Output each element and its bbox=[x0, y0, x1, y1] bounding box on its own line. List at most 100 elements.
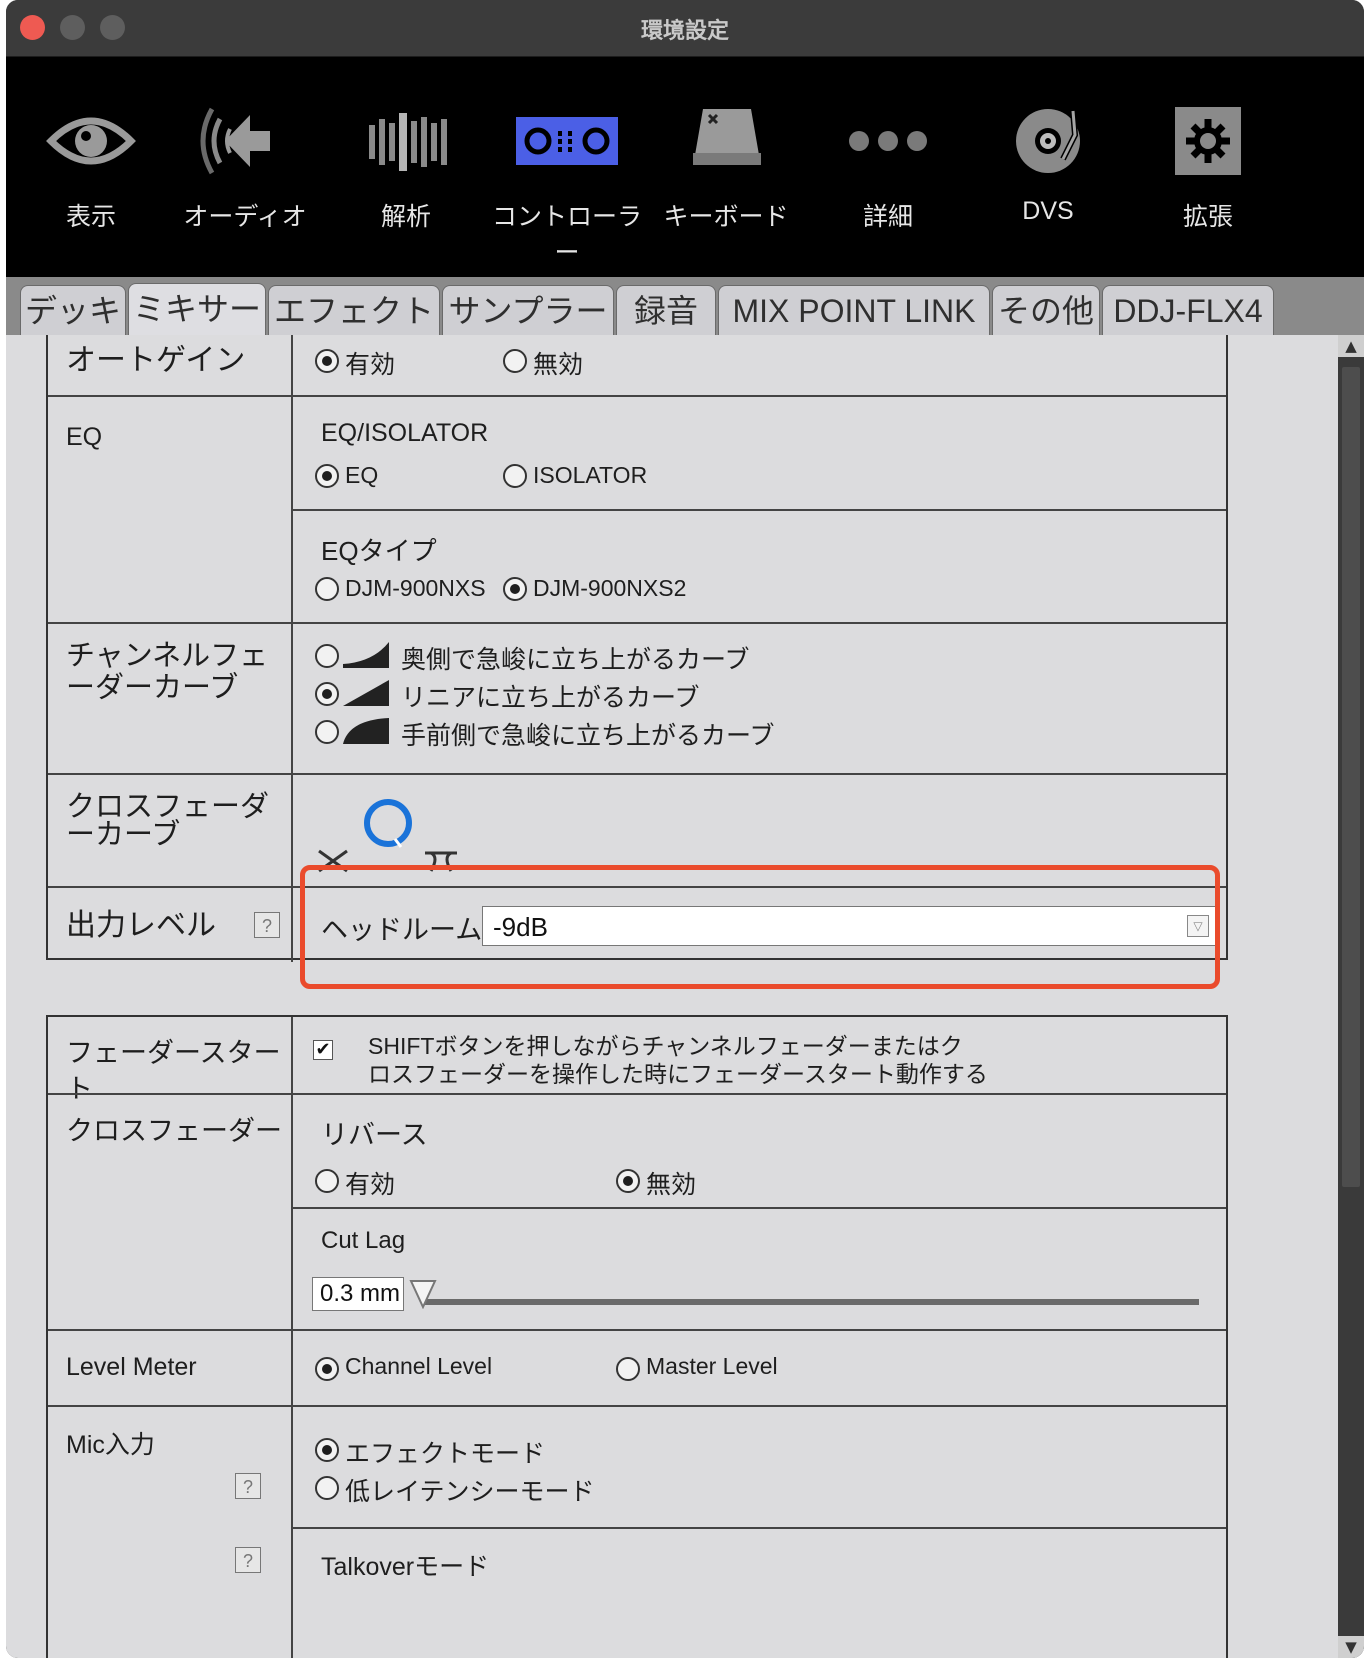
curve-steep-near-icon bbox=[343, 718, 389, 744]
mic-input-row: Mic入力 ? ? エフェクトモード 低レイテンシーモード Talkoverモー… bbox=[48, 1405, 1226, 1658]
talkover-title: Talkoverモード bbox=[321, 1553, 490, 1581]
toolbar-item-display[interactable]: 表示 bbox=[6, 57, 176, 277]
tab-mixer[interactable]: ミキサー bbox=[128, 283, 266, 335]
toolbar-label-advanced: 詳細 bbox=[862, 203, 913, 231]
tab-other[interactable]: その他 bbox=[992, 285, 1100, 335]
channel-curve-linear-label: リニアに立ち上がるカーブ bbox=[401, 684, 700, 712]
autogain-on-label: 有効 bbox=[345, 351, 396, 379]
channel-fader-curve-label-text: チャンネルフェーダーカーブ bbox=[66, 640, 269, 704]
extension-gear-icon bbox=[1175, 107, 1241, 175]
scroll-down-icon[interactable]: ▼ bbox=[1338, 1636, 1364, 1658]
tab-deck[interactable]: デッキ bbox=[20, 285, 126, 335]
mic-effect-mode-label: エフェクトモード bbox=[345, 1440, 546, 1468]
eq-mode-eq-label: EQ bbox=[345, 462, 379, 488]
crossfader-curve-label-text: クロスフェーダーカーブ bbox=[66, 791, 270, 851]
autogain-off-radio[interactable] bbox=[503, 349, 527, 373]
autogain-off-label: 無効 bbox=[533, 351, 584, 379]
speaker-icon bbox=[200, 107, 270, 175]
tab-record[interactable]: 録音 bbox=[616, 285, 716, 335]
level-meter-row: Level Meter Channel Level Master Level bbox=[48, 1329, 1226, 1405]
channel-curve-steep-near-radio[interactable] bbox=[315, 720, 339, 744]
window-title: 環境設定 bbox=[640, 19, 729, 44]
eq-type-section: EQタイプ DJM-900NXS DJM-900NXS2 bbox=[293, 509, 1226, 624]
eq-mode-isolator-radio[interactable] bbox=[503, 464, 527, 488]
cut-lag-slider-track[interactable] bbox=[423, 1299, 1199, 1305]
reverse-on-radio[interactable] bbox=[315, 1169, 339, 1193]
mixer-settings-content: オートゲイン 有効 無効 EQ EQ/ISOLATOR EQ ISOLATOR bbox=[6, 335, 1364, 1658]
crossfader-row: クロスフェーダー リバース 有効 無効 Cut Lag 0.3 mm bbox=[48, 1093, 1226, 1329]
eq-isolator-title: EQ/ISOLATOR bbox=[321, 419, 489, 447]
preferences-window: 環境設定 表示 オーディオ 解析 コントローラー キーボード 詳細 DVS 拡張… bbox=[6, 0, 1364, 1658]
toolbar-item-dvs[interactable]: DVS bbox=[963, 57, 1133, 277]
eq-type-900nxs-label: DJM-900NXS bbox=[345, 575, 486, 601]
channel-fader-curve-label: チャンネルフェーダーカーブ bbox=[48, 624, 293, 773]
keyboard-icon bbox=[693, 109, 761, 165]
toolbar-item-analysis[interactable]: 解析 bbox=[321, 57, 491, 277]
cut-lag-slider-thumb[interactable] bbox=[409, 1279, 437, 1309]
channel-curve-linear-radio[interactable] bbox=[315, 682, 339, 706]
controller-icon bbox=[516, 117, 618, 165]
level-meter-master-radio[interactable] bbox=[616, 1357, 640, 1381]
eq-type-900nxs2-label: DJM-900NXS2 bbox=[533, 575, 687, 601]
mic-low-latency-radio[interactable] bbox=[315, 1476, 339, 1500]
preferences-toolbar: 表示 オーディオ 解析 コントローラー キーボード 詳細 DVS 拡張 bbox=[6, 57, 1364, 277]
fader-start-checkbox[interactable]: ✔ bbox=[313, 1040, 333, 1060]
mic-low-latency-label: 低レイテンシーモード bbox=[345, 1478, 595, 1506]
crossfader-label: クロスフェーダー bbox=[48, 1095, 293, 1329]
cut-lag-title: Cut Lag bbox=[321, 1227, 406, 1254]
more-dots-icon bbox=[849, 131, 927, 151]
output-level-label-text: 出力レベル bbox=[66, 909, 216, 942]
toolbar-item-controller[interactable]: コントローラー bbox=[482, 57, 652, 277]
level-meter-label: Level Meter bbox=[48, 1331, 293, 1405]
reverse-off-label: 無効 bbox=[646, 1171, 697, 1199]
turntable-icon bbox=[1016, 109, 1080, 173]
eq-mode-isolator-label: ISOLATOR bbox=[533, 462, 648, 488]
eq-mode-eq-radio[interactable] bbox=[315, 464, 339, 488]
toolbar-item-extension[interactable]: 拡張 bbox=[1123, 57, 1293, 277]
eq-type-900nxs-radio[interactable] bbox=[315, 577, 339, 601]
curve-linear-icon bbox=[343, 680, 389, 706]
waveform-analysis-icon bbox=[369, 113, 447, 171]
toolbar-label-display: 表示 bbox=[65, 203, 116, 231]
title-bar: 環境設定 bbox=[6, 0, 1364, 57]
channel-fader-curve-row: チャンネルフェーダーカーブ 奥側で急峻に立ち上がるカーブ リニアに立ち上がるカー… bbox=[48, 622, 1226, 773]
mic-effect-mode-radio[interactable] bbox=[315, 1438, 339, 1462]
reverse-on-label: 有効 bbox=[345, 1171, 396, 1199]
mic-input-label: Mic入力 ? ? bbox=[48, 1407, 293, 1658]
mic-input-help-icon[interactable]: ? bbox=[235, 1473, 261, 1499]
eq-type-title: EQタイプ bbox=[321, 536, 437, 566]
eq-type-900nxs2-radio[interactable] bbox=[503, 577, 527, 601]
cut-lag-value-field[interactable]: 0.3 mm bbox=[312, 1277, 404, 1311]
toolbar-label-audio: オーディオ bbox=[183, 203, 307, 231]
curve-steep-far-icon bbox=[343, 642, 389, 668]
tab-mix-point-link[interactable]: MIX POINT LINK bbox=[718, 285, 990, 335]
crossfader-curve-label: クロスフェーダーカーブ bbox=[48, 775, 293, 886]
scroll-up-icon[interactable]: ▲ bbox=[1338, 335, 1364, 357]
level-meter-master-label: Master Level bbox=[646, 1353, 778, 1379]
reverse-title: リバース bbox=[321, 1120, 428, 1150]
toolbar-label-extension: 拡張 bbox=[1182, 203, 1233, 231]
level-meter-channel-radio[interactable] bbox=[315, 1357, 339, 1381]
channel-curve-steep-near-label: 手前側で急峻に立ち上がるカーブ bbox=[401, 722, 775, 750]
tab-ddj-flx4[interactable]: DDJ-FLX4 bbox=[1102, 285, 1274, 335]
level-meter-channel-label: Channel Level bbox=[345, 1353, 493, 1379]
toolbar-item-keyboard[interactable]: キーボード bbox=[641, 57, 811, 277]
vertical-scrollbar[interactable]: ▲ ▼ bbox=[1338, 335, 1364, 1658]
eq-row: EQ EQ/ISOLATOR EQ ISOLATOR EQタイプ DJM-900… bbox=[48, 395, 1226, 622]
fader-start-row: フェーダースタート ✔ SHIFTボタンを押しながらチャンネルフェーダーまたはク… bbox=[48, 1017, 1226, 1104]
tab-effect[interactable]: エフェクト bbox=[268, 285, 440, 335]
talkover-help-icon[interactable]: ? bbox=[235, 1547, 261, 1573]
scrollbar-thumb[interactable] bbox=[1342, 367, 1360, 1187]
toolbar-item-audio[interactable]: オーディオ bbox=[160, 57, 330, 277]
toolbar-label-dvs: DVS bbox=[1022, 197, 1074, 225]
autogain-on-radio[interactable] bbox=[315, 349, 339, 373]
channel-curve-steep-far-label: 奥側で急峻に立ち上がるカーブ bbox=[401, 646, 750, 674]
toolbar-item-advanced[interactable]: 詳細 bbox=[803, 57, 973, 277]
channel-curve-steep-far-radio[interactable] bbox=[315, 644, 339, 668]
reverse-off-radio[interactable] bbox=[616, 1169, 640, 1193]
output-level-help-icon[interactable]: ? bbox=[254, 912, 280, 938]
tab-sampler[interactable]: サンプラー bbox=[442, 285, 614, 335]
fader-start-label: フェーダースタート bbox=[48, 1017, 293, 1104]
output-level-label: 出力レベル ? bbox=[48, 888, 293, 962]
tab-bar: デッキ ミキサー エフェクト サンプラー 録音 MIX POINT LINK そ… bbox=[6, 277, 1364, 335]
